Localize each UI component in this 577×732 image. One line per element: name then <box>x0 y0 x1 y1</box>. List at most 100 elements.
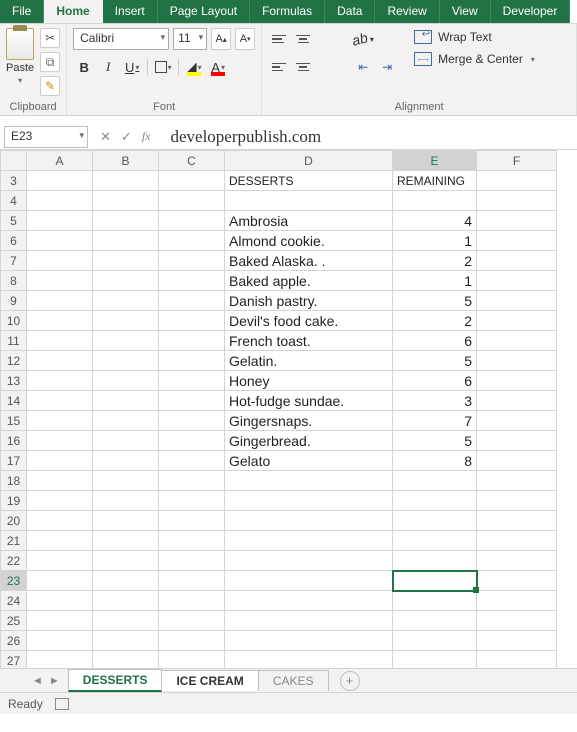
cell-A19[interactable] <box>27 491 93 511</box>
cell-C8[interactable] <box>159 271 225 291</box>
cell-D14[interactable]: Hot-fudge sundae. <box>225 391 393 411</box>
row-header-27[interactable]: 27 <box>1 651 27 669</box>
cell-B21[interactable] <box>93 531 159 551</box>
cell-D3[interactable]: DESSERTS <box>225 171 393 191</box>
cell-A15[interactable] <box>27 411 93 431</box>
cell-A26[interactable] <box>27 631 93 651</box>
tab-data[interactable]: Data <box>325 0 375 23</box>
row-header-7[interactable]: 7 <box>1 251 27 271</box>
align-bottom-button[interactable] <box>316 28 338 50</box>
align-middle-button[interactable] <box>292 28 314 50</box>
col-header-C[interactable]: C <box>159 151 225 171</box>
tab-home[interactable]: Home <box>44 0 102 23</box>
col-header-E[interactable]: E <box>393 151 477 171</box>
cell-A5[interactable] <box>27 211 93 231</box>
cell-A9[interactable] <box>27 291 93 311</box>
cell-B12[interactable] <box>93 351 159 371</box>
cell-A22[interactable] <box>27 551 93 571</box>
cell-D26[interactable] <box>225 631 393 651</box>
cell-E26[interactable] <box>393 631 477 651</box>
cell-E23[interactable] <box>393 571 477 591</box>
cell-A21[interactable] <box>27 531 93 551</box>
cell-D21[interactable] <box>225 531 393 551</box>
col-header-F[interactable]: F <box>477 151 557 171</box>
cell-A8[interactable] <box>27 271 93 291</box>
cell-E22[interactable] <box>393 551 477 571</box>
align-left-button[interactable] <box>268 56 290 78</box>
formula-input[interactable]: developerpublish.com <box>160 126 577 148</box>
cell-B13[interactable] <box>93 371 159 391</box>
cell-A4[interactable] <box>27 191 93 211</box>
sheet-tab-cakes[interactable]: CAKES <box>258 670 329 691</box>
cell-F22[interactable] <box>477 551 557 571</box>
cell-F7[interactable] <box>477 251 557 271</box>
cell-E14[interactable]: 3 <box>393 391 477 411</box>
row-header-14[interactable]: 14 <box>1 391 27 411</box>
cell-B20[interactable] <box>93 511 159 531</box>
cell-C18[interactable] <box>159 471 225 491</box>
cell-E16[interactable]: 5 <box>393 431 477 451</box>
col-header-A[interactable]: A <box>27 151 93 171</box>
cell-D11[interactable]: French toast. <box>225 331 393 351</box>
cell-C14[interactable] <box>159 391 225 411</box>
cell-D10[interactable]: Devil's food cake. <box>225 311 393 331</box>
cell-B15[interactable] <box>93 411 159 431</box>
row-header-21[interactable]: 21 <box>1 531 27 551</box>
row-header-19[interactable]: 19 <box>1 491 27 511</box>
cell-E8[interactable]: 1 <box>393 271 477 291</box>
cell-D16[interactable]: Gingerbread. <box>225 431 393 451</box>
cell-C17[interactable] <box>159 451 225 471</box>
cell-B11[interactable] <box>93 331 159 351</box>
font-size-select[interactable]: 11 <box>173 28 207 50</box>
cell-D13[interactable]: Honey <box>225 371 393 391</box>
name-box[interactable]: E23 <box>4 126 88 148</box>
row-header-17[interactable]: 17 <box>1 451 27 471</box>
cell-E9[interactable]: 5 <box>393 291 477 311</box>
cancel-formula-button[interactable]: ✕ <box>100 129 111 145</box>
cell-A17[interactable] <box>27 451 93 471</box>
cell-C24[interactable] <box>159 591 225 611</box>
copy-button[interactable]: ⧉ <box>40 52 60 72</box>
border-button[interactable]: ▾ <box>152 56 174 78</box>
cell-A10[interactable] <box>27 311 93 331</box>
cell-F16[interactable] <box>477 431 557 451</box>
increase-indent-button[interactable]: ⇥ <box>376 56 398 78</box>
font-name-select[interactable]: Calibri <box>73 28 169 50</box>
cell-B6[interactable] <box>93 231 159 251</box>
sheet-tab-desserts[interactable]: DESSERTS <box>68 669 163 692</box>
cell-F4[interactable] <box>477 191 557 211</box>
cell-E10[interactable]: 2 <box>393 311 477 331</box>
cell-B7[interactable] <box>93 251 159 271</box>
cell-E5[interactable]: 4 <box>393 211 477 231</box>
cell-A18[interactable] <box>27 471 93 491</box>
cell-A7[interactable] <box>27 251 93 271</box>
cell-F13[interactable] <box>477 371 557 391</box>
cell-E24[interactable] <box>393 591 477 611</box>
row-header-6[interactable]: 6 <box>1 231 27 251</box>
add-sheet-button[interactable]: + <box>340 671 360 691</box>
cell-E3[interactable]: REMAINING <box>393 171 477 191</box>
wrap-text-button[interactable]: Wrap Text <box>410 28 539 46</box>
cell-D8[interactable]: Baked apple. <box>225 271 393 291</box>
tab-developer[interactable]: Developer <box>491 0 571 23</box>
cell-D25[interactable] <box>225 611 393 631</box>
cell-B16[interactable] <box>93 431 159 451</box>
cell-C19[interactable] <box>159 491 225 511</box>
tab-pagelayout[interactable]: Page Layout <box>158 0 250 23</box>
cell-E7[interactable]: 2 <box>393 251 477 271</box>
cell-C20[interactable] <box>159 511 225 531</box>
cell-D7[interactable]: Baked Alaska. . <box>225 251 393 271</box>
cell-E4[interactable] <box>393 191 477 211</box>
row-header-20[interactable]: 20 <box>1 511 27 531</box>
cell-E20[interactable] <box>393 511 477 531</box>
cell-A6[interactable] <box>27 231 93 251</box>
cell-A13[interactable] <box>27 371 93 391</box>
align-top-button[interactable] <box>268 28 290 50</box>
cell-D27[interactable] <box>225 651 393 669</box>
row-header-26[interactable]: 26 <box>1 631 27 651</box>
row-header-23[interactable]: 23 <box>1 571 27 591</box>
cell-A25[interactable] <box>27 611 93 631</box>
cell-F26[interactable] <box>477 631 557 651</box>
cell-A3[interactable] <box>27 171 93 191</box>
paste-button[interactable]: Paste ▾ <box>6 28 34 85</box>
